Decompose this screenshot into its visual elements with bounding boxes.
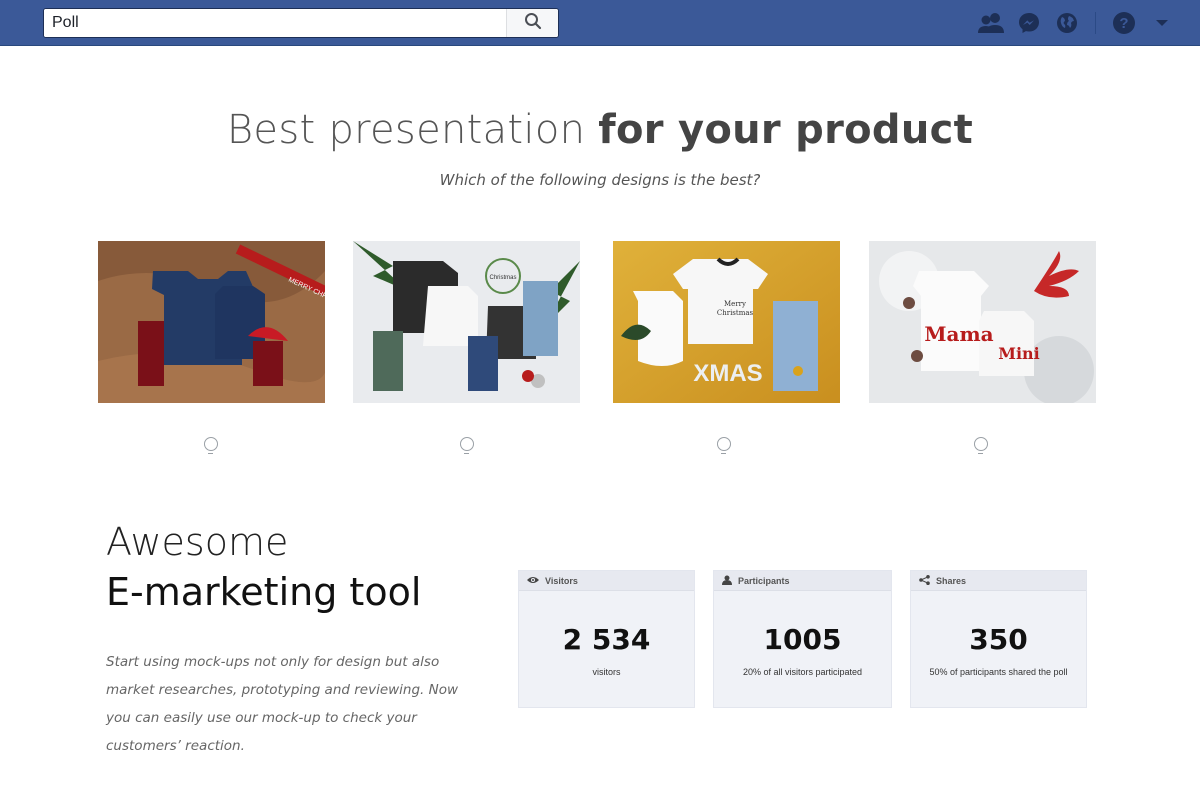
stat-header: Participants <box>714 571 891 591</box>
search-button[interactable] <box>506 9 558 37</box>
stat-value: 350 <box>969 623 1028 656</box>
top-navigation-bar: ? <box>0 0 1200 46</box>
card-text: Christmas <box>489 275 516 281</box>
poll-option-radio-2[interactable] <box>460 437 474 454</box>
stat-header: Shares <box>911 571 1086 591</box>
poll-option-image-3[interactable]: Merry Christmas XMAS <box>613 241 840 403</box>
stat-note: 20% of all visitors participated <box>742 667 863 677</box>
poll-option-image-4[interactable]: Mama Mini <box>869 241 1096 403</box>
stat-note: visitors <box>592 667 621 677</box>
stat-card-visitors: Visitors 2 534 visitors <box>518 570 695 708</box>
divider <box>1095 12 1096 34</box>
search-input[interactable] <box>44 9 506 37</box>
poll-option-image-1[interactable]: MERRY CHRISTMAS <box>98 241 325 403</box>
svg-text:?: ? <box>1119 15 1128 32</box>
stat-note: 50% of participants shared the poll <box>929 667 1068 677</box>
poll-option-radio-1[interactable] <box>204 437 218 454</box>
help-icon[interactable]: ? <box>1110 9 1138 37</box>
stat-card-shares: Shares 350 50% of participants shared th… <box>910 570 1087 708</box>
promo-description: Start using mock-ups not only for design… <box>106 654 459 754</box>
globe-icon[interactable] <box>1053 9 1081 37</box>
stat-value: 1005 <box>763 623 842 656</box>
svg-text:Christmas: Christmas <box>717 309 754 317</box>
stat-card-participants: Participants 1005 20% of all visitors pa… <box>713 570 892 708</box>
card-text: XMAS <box>693 360 762 387</box>
messenger-icon[interactable] <box>1015 9 1043 37</box>
top-icons: ? <box>967 9 1176 37</box>
svg-text:Merry: Merry <box>724 300 746 308</box>
title-light: Best presentation <box>226 107 599 153</box>
page-title: Best presentation for your product <box>0 104 1200 154</box>
search-box <box>43 8 559 38</box>
friends-icon[interactable] <box>977 9 1005 37</box>
person-icon <box>722 575 738 587</box>
card-text-2: Mini <box>998 344 1040 363</box>
poll-option-radio-4[interactable] <box>974 437 988 454</box>
stat-header: Visitors <box>519 571 694 591</box>
stat-label: Shares <box>936 575 967 586</box>
stat-label: Participants <box>738 575 790 586</box>
poll-option-radio-3[interactable] <box>717 437 731 454</box>
stat-value: 2 534 <box>562 623 651 656</box>
eye-icon <box>527 576 545 586</box>
poll-option-image-2[interactable]: Christmas <box>353 241 580 403</box>
card-text: Mama <box>924 322 993 346</box>
caret-down-icon[interactable] <box>1148 9 1176 37</box>
page-subtitle: Which of the following designs is the be… <box>439 171 761 189</box>
stat-label: Visitors <box>545 575 578 586</box>
promo-title-line2: E-marketing tool <box>106 570 422 614</box>
title-bold: for your product <box>598 107 974 153</box>
share-icon <box>919 574 936 587</box>
search-icon <box>524 12 542 35</box>
promo-title-line1: Awesome <box>106 520 289 564</box>
